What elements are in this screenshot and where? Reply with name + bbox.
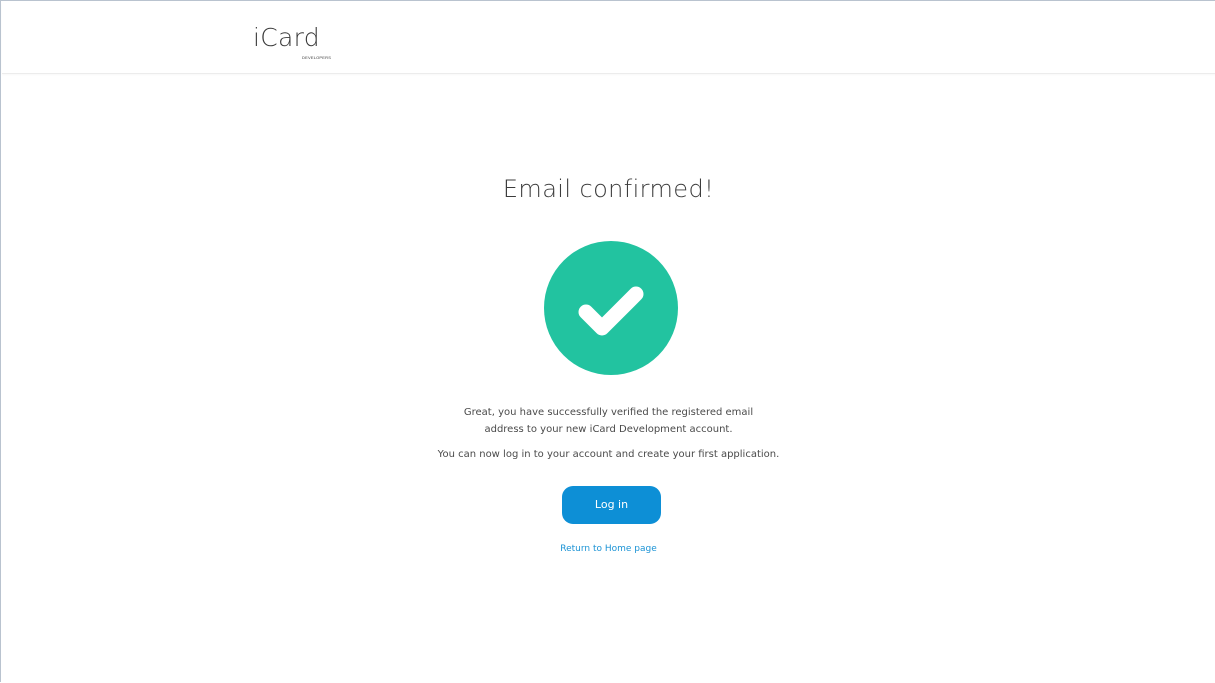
email-confirmation-content: Email confirmed! Great, you have success… [1,1,1215,683]
confirmation-message-line-2: address to your new iCard Development ac… [484,424,733,435]
browser-viewport: iCard DEVELOPERS Email confirmed! Great,… [0,0,1215,682]
confirmation-message-line-1: Great, you have successfully verified th… [463,407,754,418]
success-check-circle [544,241,678,375]
next-step-message: You can now log in to your account and c… [437,449,780,460]
page-title: Email confirmed! [502,175,715,203]
login-button[interactable]: Log in [562,486,661,524]
return-home-link[interactable]: Return to Home page [1,542,1215,556]
check-icon [578,286,644,336]
